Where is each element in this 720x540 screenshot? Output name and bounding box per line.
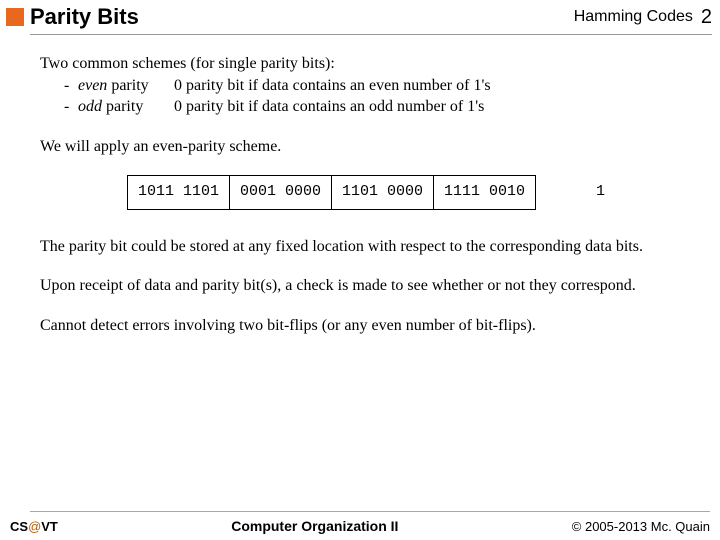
- data-cell: 1101 0000: [332, 175, 434, 209]
- storage-paragraph: The parity bit could be stored at any fi…: [40, 236, 692, 258]
- slide-title: Parity Bits: [30, 4, 574, 30]
- scheme-name: even parity: [78, 75, 174, 97]
- scheme-desc: 0 parity bit if data contains an odd num…: [174, 96, 484, 118]
- slide-footer: CS@VT Computer Organization II © 2005-20…: [0, 518, 720, 534]
- data-cell: 0001 0000: [230, 175, 332, 209]
- footer-center: Computer Organization II: [231, 518, 398, 534]
- slide-header: Parity Bits Hamming Codes 2: [0, 0, 720, 32]
- parity-value: 1: [596, 182, 605, 202]
- slide: Parity Bits Hamming Codes 2 Two common s…: [0, 0, 720, 540]
- footer-left: CS@VT: [10, 519, 58, 534]
- bullet-icon: [6, 8, 24, 26]
- topic-label: Hamming Codes: [574, 8, 693, 26]
- scheme-name: odd parity: [78, 96, 174, 118]
- scheme-desc: 0 parity bit if data contains an even nu…: [174, 75, 491, 97]
- footer-copyright: © 2005-2013 Mc. Quain: [572, 519, 710, 534]
- dash: -: [64, 75, 78, 97]
- scheme-row: - even parity 0 parity bit if data conta…: [40, 75, 692, 97]
- apply-paragraph: We will apply an even-parity scheme.: [40, 136, 692, 158]
- scheme-name-italic: even: [78, 77, 111, 94]
- data-cell: 1111 0010: [434, 175, 536, 209]
- schemes-block: Two common schemes (for single parity bi…: [40, 53, 692, 118]
- receipt-paragraph: Upon receipt of data and parity bit(s), …: [40, 275, 692, 297]
- limit-paragraph: Cannot detect errors involving two bit-f…: [40, 315, 692, 337]
- page-number: 2: [701, 6, 712, 29]
- dash: -: [64, 96, 78, 118]
- data-cell: 1011 1101: [127, 175, 230, 209]
- schemes-intro: Two common schemes (for single parity bi…: [40, 53, 692, 75]
- slide-body: Two common schemes (for single parity bi…: [0, 35, 720, 336]
- scheme-name-italic: odd: [78, 98, 106, 115]
- footer-cs: CS: [10, 519, 28, 534]
- footer-vt: VT: [41, 519, 58, 534]
- footer-at: @: [28, 519, 41, 534]
- scheme-name-plain: parity: [111, 77, 148, 94]
- footer-divider: [30, 511, 710, 512]
- scheme-row: - odd parity 0 parity bit if data contai…: [40, 96, 692, 118]
- data-box-row: 1011 1101 0001 0000 1101 0000 1111 0010 …: [40, 175, 692, 209]
- scheme-name-plain: parity: [106, 98, 143, 115]
